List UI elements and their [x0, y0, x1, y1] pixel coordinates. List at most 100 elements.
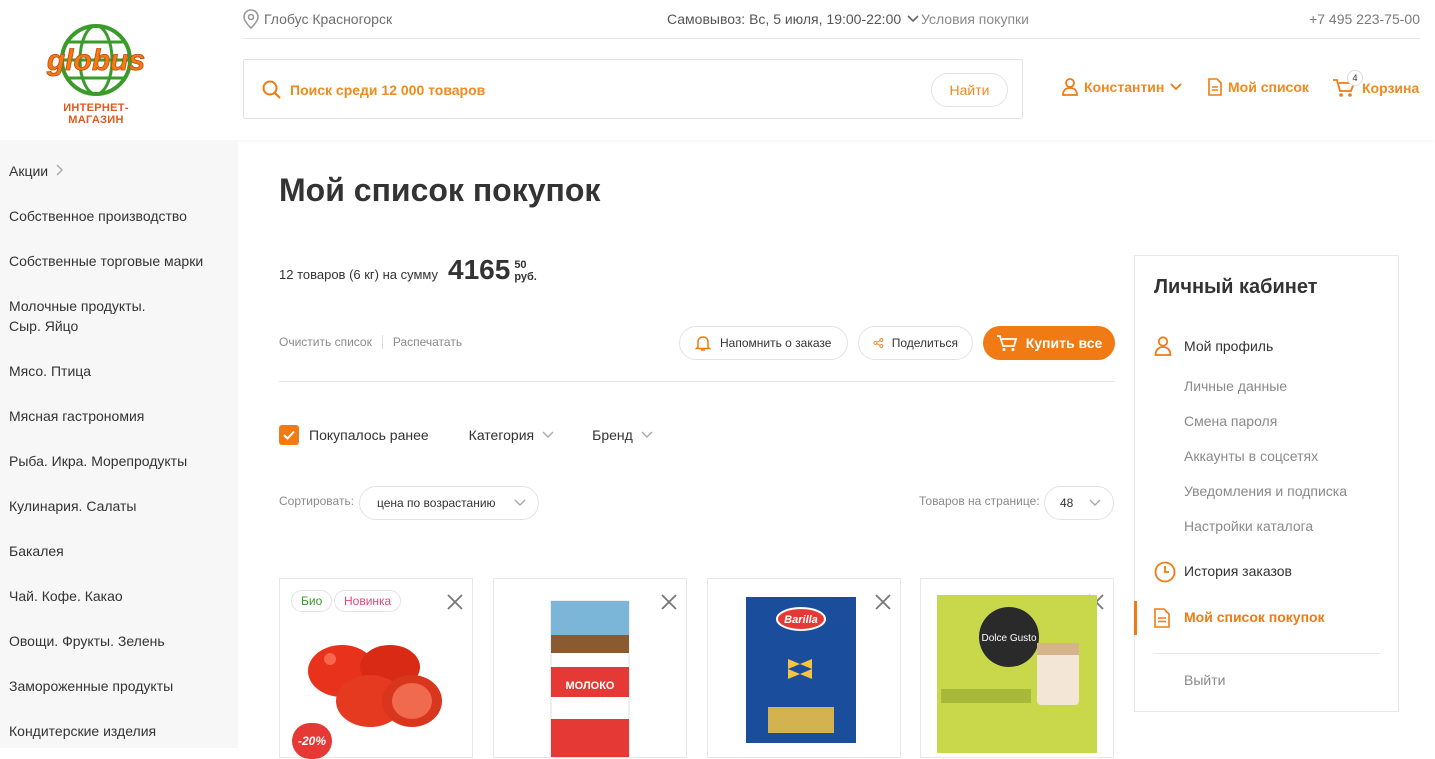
summary-currency: 50 руб. [514, 259, 537, 283]
chevron-down-icon [514, 499, 526, 506]
cart-icon [996, 335, 1017, 351]
bought-before-label[interactable]: Покупалось ранее [309, 427, 429, 443]
top-bar: Глобус Красногорск Самовывоз: Вс, 5 июля… [242, 0, 1420, 39]
pickup-selector[interactable]: Самовывоз: Вс, 5 июля, 19:00-22:00 [667, 11, 919, 27]
cart-label: Корзина [1362, 80, 1420, 96]
globus-logo[interactable]: globus ИНТЕРНЕТ-МАГАЗИН [40, 22, 152, 126]
account-social-link[interactable]: Аккаунты в соцсетях [1184, 448, 1318, 464]
brand-filter-label: Бренд [592, 427, 633, 443]
search-button[interactable]: Найти [931, 73, 1008, 107]
bio-badge: Био [291, 590, 333, 612]
sidebar-item-own-production[interactable]: Собственное производство [9, 206, 187, 226]
summary-text: 12 товаров (6 кг) на сумму [279, 267, 439, 282]
store-name: Глобус Красногорск [264, 11, 393, 27]
sidebar-item-own-brands[interactable]: Собственные торговые марки [9, 251, 203, 271]
sidebar-item-meat[interactable]: Мясо. Птица [9, 361, 91, 381]
chevron-down-icon [542, 431, 554, 438]
account-panel: Личный кабинет Мой профиль Личные данные… [1134, 255, 1399, 712]
search-input[interactable] [290, 78, 890, 102]
search-bar: Найти [243, 59, 1023, 119]
new-badge: Новинка [334, 590, 402, 612]
user-name: Константин [1084, 79, 1165, 95]
filters-bar: Покупалось ранее Категория Бренд [279, 425, 653, 445]
list-document-icon [1154, 608, 1170, 628]
summary-kopecks: 50 [514, 259, 527, 271]
buy-all-button[interactable]: Купить все [983, 326, 1115, 360]
share-button[interactable]: Поделиться [858, 326, 973, 360]
logo-subtitle: ИНТЕРНЕТ-МАГАЗИН [63, 102, 129, 126]
account-profile-link[interactable]: Мой профиль [1184, 338, 1273, 354]
account-notifications-link[interactable]: Уведомления и подписка [1184, 483, 1347, 499]
store-selector[interactable]: Глобус Красногорск [242, 9, 392, 29]
chevron-down-icon [641, 431, 653, 438]
sidebar-item-dairy[interactable]: Молочные продукты. Сыр. Яйцо [9, 296, 146, 336]
phone-number[interactable]: +7 495 223-75-00 [1309, 11, 1420, 27]
pickup-text: Самовывоз: Вс, 5 июля, 19:00-22:00 [667, 11, 902, 27]
chevron-down-icon [907, 15, 919, 23]
share-icon [873, 338, 884, 348]
account-my-list-link[interactable]: Мой список покупок [1184, 609, 1325, 625]
share-label: Поделиться [891, 336, 958, 350]
bought-before-checkbox[interactable] [279, 425, 299, 445]
sidebar-item-fish[interactable]: Рыба. Икра. Морепродукты [9, 451, 187, 471]
sort-value: цена по возрастанию [377, 496, 496, 510]
sidebar-item-promotions[interactable]: Акции [9, 161, 64, 181]
my-list-label: Мой список [1228, 79, 1309, 95]
user-icon [1062, 78, 1078, 96]
category-filter[interactable]: Категория [469, 427, 554, 443]
print-link[interactable]: Распечатать [393, 335, 462, 349]
sort-select[interactable]: цена по возрастанию [359, 486, 539, 520]
cart-count-badge: 4 [1347, 70, 1363, 86]
chevron-down-icon [1089, 499, 1101, 506]
terms-link[interactable]: Условия покупки [921, 11, 1029, 27]
bell-icon [694, 336, 712, 351]
brand-filter[interactable]: Бренд [592, 427, 653, 443]
search-icon [262, 80, 281, 99]
sidebar-item-cooking[interactable]: Кулинария. Салаты [9, 496, 137, 516]
divider [279, 381, 1115, 382]
sidebar-item-deli[interactable]: Мясная гастрономия [9, 406, 144, 426]
account-personal-link[interactable]: Личные данные [1184, 378, 1287, 394]
logout-link[interactable]: Выйти [1184, 672, 1225, 688]
sidebar-item-grocery[interactable]: Бакалея [9, 541, 64, 561]
sidebar-item-label: Молочные продукты. [9, 298, 146, 314]
page-title: Мой список покупок [279, 172, 601, 208]
sidebar-item-confectionery[interactable]: Кондитерские изделия [9, 721, 156, 741]
coffee-pack-text: Dolce Gusto [981, 633, 1036, 644]
user-menu[interactable]: Константин [1062, 78, 1182, 96]
divider [381, 335, 383, 349]
my-list-link[interactable]: Мой список [1208, 78, 1309, 96]
remind-label: Напомнить о заказе [720, 336, 832, 350]
product-card[interactable]: Био Новинка -20% [279, 578, 473, 759]
account-password-link[interactable]: Смена пароля [1184, 413, 1277, 429]
sidebar-item-frozen[interactable]: Замороженные продукты [9, 676, 173, 696]
remind-button[interactable]: Напомнить о заказе [679, 326, 848, 360]
divider [1154, 653, 1380, 654]
site-header: globus ИНТЕРНЕТ-МАГАЗИН Глобус Красногор… [0, 0, 1435, 140]
list-document-icon [1208, 78, 1222, 96]
account-catalog-settings-link[interactable]: Настройки каталога [1184, 518, 1313, 534]
sidebar-item-vegetables[interactable]: Овощи. Фрукты. Зелень [9, 631, 165, 651]
pasta-box-image: Barilla [746, 597, 856, 743]
product-card[interactable]: Dolce Gusto [920, 578, 1114, 758]
buy-all-label: Купить все [1025, 335, 1103, 351]
account-title: Личный кабинет [1154, 276, 1318, 298]
per-page-value: 48 [1060, 496, 1074, 510]
checkmark-icon [283, 430, 295, 440]
account-history-link[interactable]: История заказов [1184, 563, 1292, 579]
cart-link[interactable]: Корзина [1332, 78, 1419, 98]
pasta-pack-text: Barilla [784, 614, 818, 626]
user-icon [1154, 336, 1172, 356]
chevron-right-icon [56, 164, 64, 176]
milk-pack-text: МОЛОКО [566, 680, 615, 692]
globe-logo-icon: globus [45, 24, 146, 96]
product-card[interactable]: МОЛОКО [493, 578, 687, 758]
clear-list-link[interactable]: Очистить список [279, 335, 372, 349]
close-icon[interactable] [446, 593, 464, 611]
sidebar-item-label: Акции [9, 163, 49, 179]
per-page-select[interactable]: 48 [1044, 486, 1114, 520]
discount-badge: -20% [292, 723, 332, 759]
product-card[interactable]: Barilla [707, 578, 901, 758]
sidebar-item-label: Сыр. Яйцо [9, 318, 79, 334]
sidebar-item-tea-coffee[interactable]: Чай. Кофе. Какао [9, 586, 123, 606]
